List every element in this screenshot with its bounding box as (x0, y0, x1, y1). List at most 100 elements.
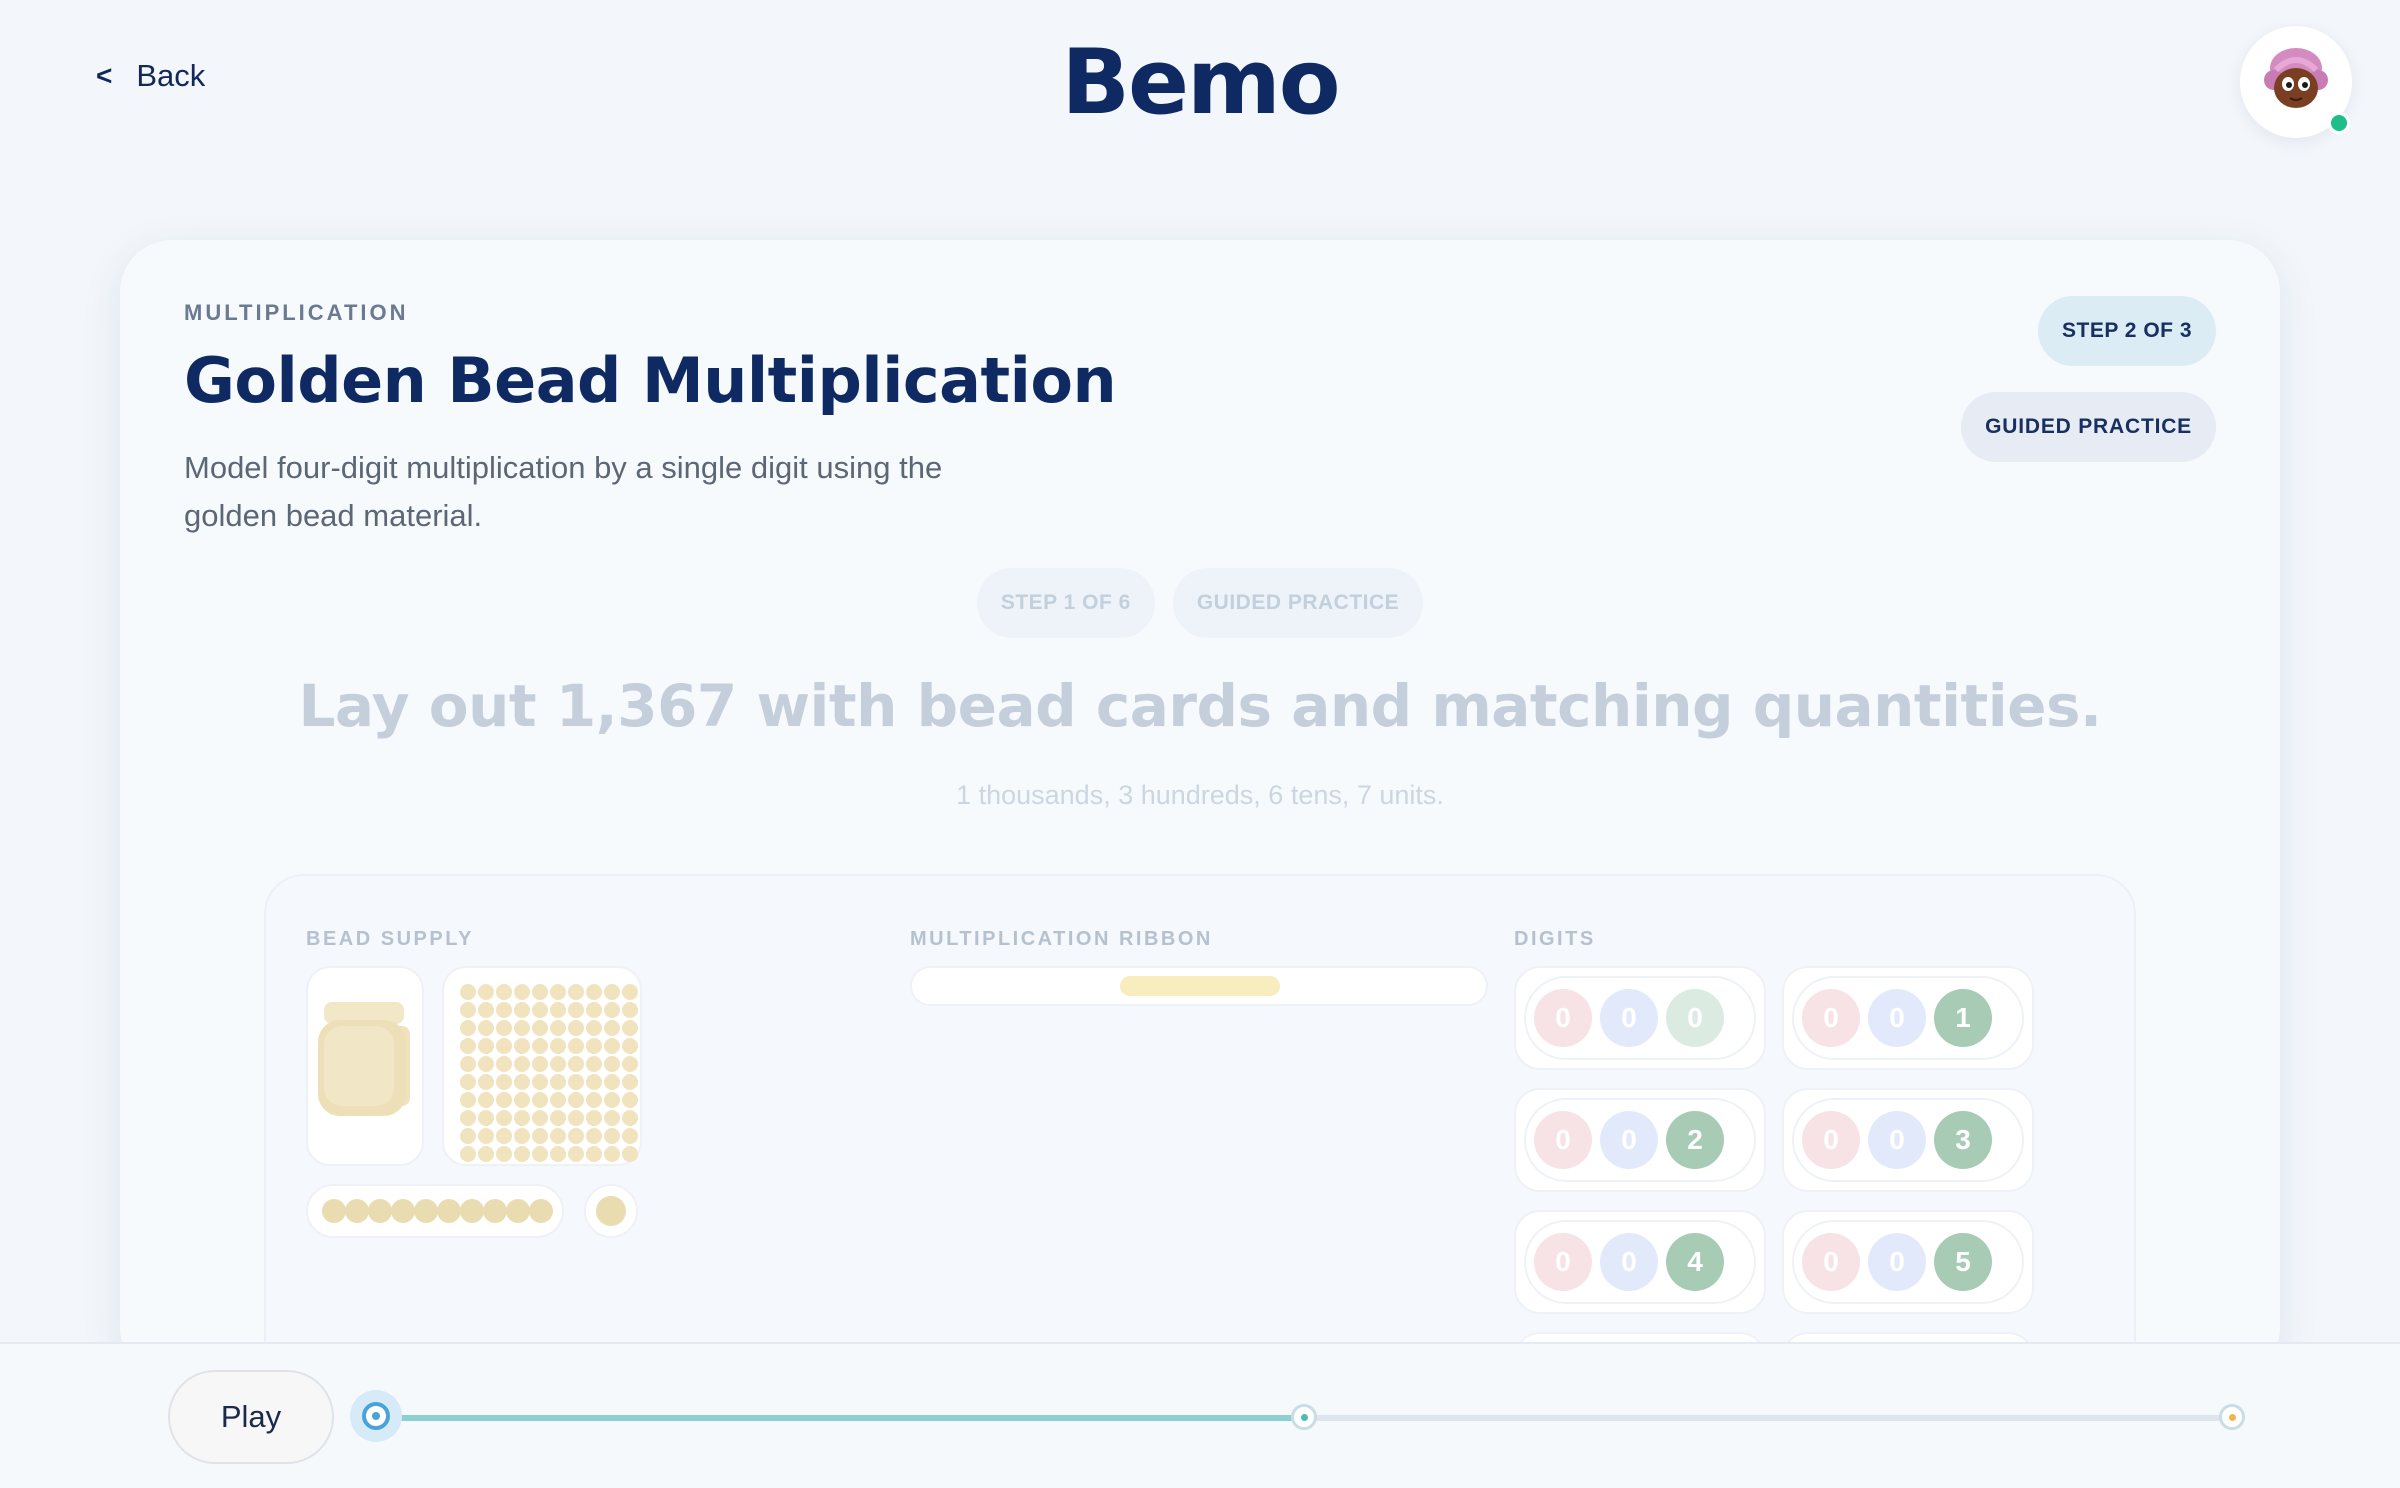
bead (604, 1020, 620, 1036)
bead (586, 1020, 602, 1036)
bead (478, 1074, 494, 1090)
bead (496, 1038, 512, 1054)
bead (532, 1056, 548, 1072)
bead (622, 1110, 638, 1126)
bead (568, 1020, 584, 1036)
thousand-cube-tile[interactable] (306, 966, 424, 1166)
bead (460, 1002, 476, 1018)
bead (496, 1056, 512, 1072)
bead (568, 1146, 584, 1162)
bead (414, 1199, 438, 1223)
digit-hundreds: 0 (1868, 1233, 1926, 1291)
unit-bead-tile[interactable] (584, 1184, 638, 1238)
bead (532, 984, 548, 1000)
bead (529, 1199, 553, 1223)
bead (514, 1020, 530, 1036)
bead (506, 1199, 530, 1223)
bead (478, 1020, 494, 1036)
digit-card[interactable]: 0 0 5 (1782, 1210, 2034, 1314)
bead (478, 984, 494, 1000)
bead (532, 1146, 548, 1162)
bead (460, 1038, 476, 1054)
digit-thousands: 0 (1802, 1233, 1860, 1291)
bead (604, 1074, 620, 1090)
bead (604, 1110, 620, 1126)
ribbon-label: MULTIPLICATION RIBBON (910, 928, 1213, 950)
activity-mode-badge: GUIDED PRACTICE (1172, 568, 1424, 638)
bead (514, 1110, 530, 1126)
bead (568, 1056, 584, 1072)
digit-units: 3 (1934, 1111, 1992, 1169)
digit-thousands: 0 (1534, 1111, 1592, 1169)
bead (532, 1110, 548, 1126)
hundred-square-beads (460, 984, 638, 1162)
bead (568, 984, 584, 1000)
cartoon-girl-avatar-icon (2264, 48, 2328, 108)
digit-units: 1 (1934, 989, 1992, 1047)
bead (568, 1038, 584, 1054)
bead (322, 1199, 346, 1223)
bead (622, 1020, 638, 1036)
bead (568, 1110, 584, 1126)
digit-card[interactable]: 0 0 0 (1514, 966, 1766, 1070)
digit-hundreds: 0 (1868, 1111, 1926, 1169)
digit-thousands: 0 (1802, 1111, 1860, 1169)
digit-hundreds: 0 (1600, 989, 1658, 1047)
bead (514, 984, 530, 1000)
playback-bar: Play (0, 1342, 2400, 1488)
bead (368, 1199, 392, 1223)
bead (345, 1199, 369, 1223)
progress-knob[interactable] (350, 1390, 402, 1442)
digit-card[interactable]: 0 0 4 (1514, 1210, 1766, 1314)
bead (514, 1092, 530, 1108)
bead (496, 1020, 512, 1036)
progress-milestone[interactable] (1291, 1404, 1317, 1430)
bead (460, 1074, 476, 1090)
digit-card[interactable]: 0 0 2 (1514, 1088, 1766, 1192)
play-button[interactable]: Play (168, 1370, 334, 1464)
bead (460, 1056, 476, 1072)
bead (568, 1002, 584, 1018)
bead (460, 984, 476, 1000)
bead (460, 1128, 476, 1144)
bead (478, 1002, 494, 1018)
bead (514, 1146, 530, 1162)
bead (604, 1002, 620, 1018)
lesson-subtitle: Model four-digit multiplication by a sin… (184, 450, 943, 533)
digit-thousands: 0 (1534, 1233, 1592, 1291)
bead (514, 1038, 530, 1054)
avatar[interactable] (2240, 26, 2352, 138)
digits-label: DIGITS (1514, 928, 1596, 950)
bead (586, 1056, 602, 1072)
bead (604, 1128, 620, 1144)
app-logo: Bemo (1061, 30, 1340, 135)
bead (586, 1074, 602, 1090)
bead (496, 1074, 512, 1090)
bead (496, 1146, 512, 1162)
ribbon-segment (1120, 976, 1280, 996)
bead (478, 1092, 494, 1108)
hundred-square-tile[interactable] (442, 966, 642, 1166)
lesson-title: Golden Bead Multiplication (184, 344, 1117, 417)
bead (550, 1092, 566, 1108)
bead (391, 1199, 415, 1223)
bead (496, 1110, 512, 1126)
bead (622, 1038, 638, 1054)
digit-card[interactable]: 0 0 3 (1782, 1088, 2034, 1192)
bead (604, 1038, 620, 1054)
multiplication-ribbon[interactable] (910, 966, 1488, 1006)
bead (550, 1146, 566, 1162)
bead (550, 1110, 566, 1126)
bead (460, 1110, 476, 1126)
digit-hundreds: 0 (1600, 1111, 1658, 1169)
bead (514, 1056, 530, 1072)
bead (496, 1128, 512, 1144)
activity-step-badge: STEP 1 OF 6 (976, 568, 1155, 638)
ten-bar-tile[interactable] (306, 1184, 564, 1238)
bead (460, 1092, 476, 1108)
bead (483, 1199, 507, 1223)
progress-milestone-end[interactable] (2219, 1404, 2245, 1430)
bead (478, 1056, 494, 1072)
digit-card[interactable]: 0 0 1 (1782, 966, 2034, 1070)
bead (604, 1146, 620, 1162)
